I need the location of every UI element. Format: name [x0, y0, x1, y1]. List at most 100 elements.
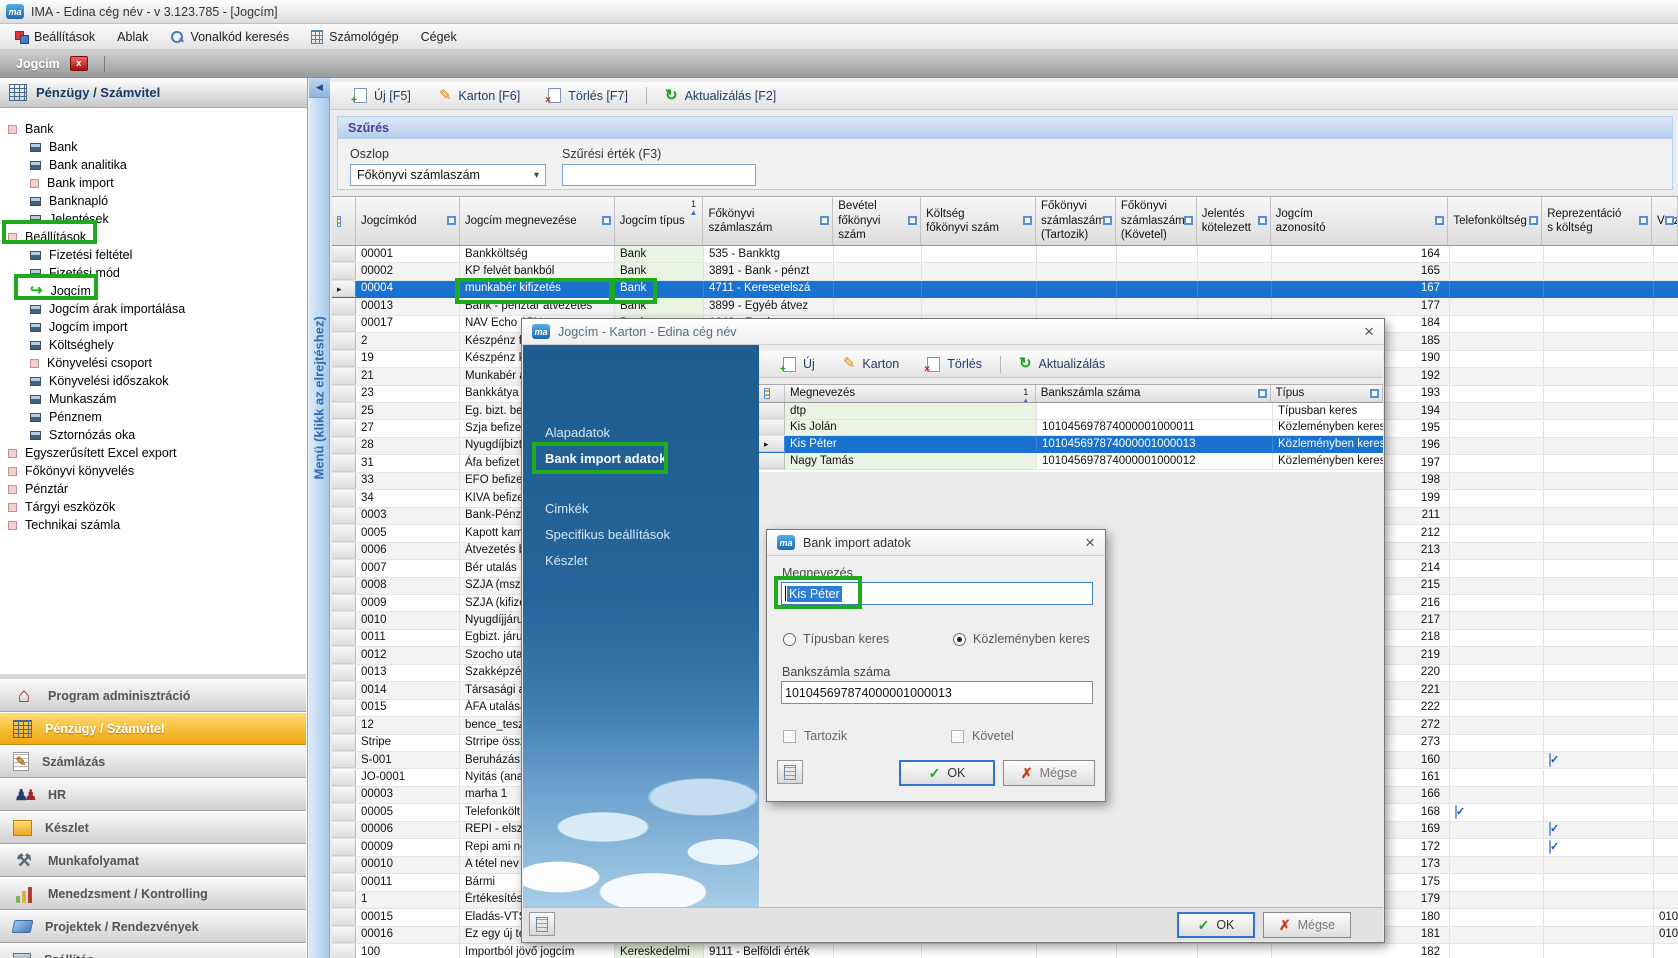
tab-jogcim[interactable]: Jogcím [16, 57, 60, 71]
column-header-jogcim-megnevezese[interactable]: Jogcím megnevezése [460, 197, 615, 245]
menu-item-vonalkod-kereses[interactable]: Vonalkód keresés [159, 27, 300, 47]
dialog-table-row[interactable]: Nagy Tamás101045697874000001000012Közlem… [759, 453, 1383, 470]
tree-item-jogcim-arak-importalasa[interactable]: Jogcím árak importálása [30, 300, 185, 318]
tree-item-bank[interactable]: Bank [8, 120, 54, 138]
menu-collapse-strip[interactable]: ◀ Menü (klikk az elrejtéshez) [309, 78, 330, 958]
tree-item-fokonyvi-konyveles[interactable]: Főkönyvi könyvelés [8, 462, 134, 480]
filter-square-icon[interactable] [1258, 216, 1267, 225]
filter-square-icon[interactable] [1435, 216, 1444, 225]
menu-item-cegek[interactable]: Cégek [410, 27, 468, 47]
checkbox-kovetel[interactable]: Követel [951, 729, 1014, 743]
column-header-bankszamla-szama[interactable]: Bankszámla száma [1036, 385, 1271, 402]
column-header-megnevezes[interactable]: Megnevezés1▲ [785, 385, 1036, 402]
karton-f6-button[interactable]: ✎Karton [F6] [425, 85, 534, 107]
tree-item-technikai-szamla[interactable]: Technikai számla [8, 516, 120, 534]
tree-item-penznem[interactable]: Pénznem [30, 408, 102, 426]
column-header-jogcim-azonosito[interactable]: Jogcím azonosító [1271, 197, 1449, 245]
filter-square-icon[interactable] [1665, 216, 1674, 225]
uj-button[interactable]: +Új [769, 353, 829, 376]
checkbox-tartozik[interactable]: Tartozik [783, 729, 847, 743]
tree-item-konyvelesi-idoszakok[interactable]: Könyvelési időszakok [30, 372, 169, 390]
filter-square-icon[interactable] [1184, 216, 1193, 225]
radio-kozlemenyben-keres[interactable]: Közleményben keres [953, 632, 1090, 646]
filter-square-icon[interactable] [1639, 216, 1648, 225]
aktualizalas-f2-button[interactable]: ↻Aktualizálás [F2] [651, 85, 790, 107]
menu-item-beallitasok[interactable]: Beállítások [4, 27, 106, 47]
filter-square-icon[interactable] [1258, 389, 1267, 398]
filter-square-icon[interactable] [820, 216, 829, 225]
filter-square-icon[interactable] [908, 216, 917, 225]
filter-square-icon[interactable] [1370, 389, 1379, 398]
column-chooser-button[interactable] [332, 197, 356, 245]
ok-button[interactable]: ✓ OK [1177, 912, 1255, 938]
column-header-tipus[interactable]: Típus [1271, 385, 1383, 402]
tree-item-banknaplo[interactable]: Banknapló [30, 192, 108, 210]
filter-square-icon[interactable] [1529, 216, 1538, 225]
module-szamlazas[interactable]: ✎Számlázás [0, 745, 306, 778]
column-header-jelentes-kotelezett[interactable]: Jelentés kötelezett [1197, 197, 1271, 245]
filter-square-icon[interactable] [1023, 216, 1032, 225]
module-keszlet[interactable]: Készlet [0, 811, 306, 844]
tree-item-targyi-eszkozok[interactable]: Tárgyi eszközök [8, 498, 115, 516]
tree-item-penztar[interactable]: Pénztár [8, 480, 68, 498]
dialog-nav-cimkek[interactable]: Cimkék [523, 495, 759, 521]
collapse-arrow-icon[interactable]: ◀ [309, 78, 330, 98]
bankszamla-input[interactable]: 101045697874000001000013 [781, 681, 1093, 704]
column-header-vtsz[interactable]: Vtsz [1652, 197, 1678, 245]
module-projektek-rendezvenyek[interactable]: Projektek / Rendezvények [0, 910, 306, 943]
tab-close-icon[interactable]: x [70, 56, 88, 71]
column-header-reprezentacio-s-koltseg[interactable]: Reprezentáció s költség [1542, 197, 1652, 245]
dialog-nav-specifikus-beallitasok[interactable]: Specifikus beállítások [523, 521, 759, 547]
karton-button[interactable]: ✎Karton [829, 353, 913, 375]
module-program-adminisztracio[interactable]: ⌂Program adminisztráció [0, 679, 306, 712]
module-hr[interactable]: ♟♟HR [0, 778, 306, 811]
radio-tipusban-keres[interactable]: Típusban keres [783, 632, 889, 646]
column-header-fokonyvi-szamlaszam-tartozik[interactable]: Főkönyvi számlaszám (Tartozik) [1036, 197, 1116, 245]
cancel-button[interactable]: ✗ Mégse [1263, 912, 1351, 938]
filter-square-icon[interactable] [447, 216, 456, 225]
dialog-table-row[interactable]: dtpTípusban keres [759, 403, 1383, 420]
filter-square-icon[interactable] [1103, 216, 1112, 225]
subdialog-ok-button[interactable]: ✓ OK [899, 760, 995, 786]
dialog-nav-keszlet[interactable]: Készlet [523, 547, 759, 573]
column-header-telefonkoltseg[interactable]: Telefonköltség [1448, 197, 1542, 245]
column-header-bevetel-fokonyvi-szam[interactable]: Bevétel főkönyvi szám [833, 197, 921, 245]
tree-item-jogcim-import[interactable]: Jogcím import [30, 318, 128, 336]
torles-button[interactable]: ×Törlés [913, 353, 996, 376]
tree-item-koltseghely[interactable]: Költséghely [30, 336, 114, 354]
column-header-fokonyvi-szamlaszam-kovetel[interactable]: Főkönyvi számlaszám (Követel) [1116, 197, 1197, 245]
dialog-table-row[interactable]: Kis Jolán101045697874000001000011Közlemé… [759, 420, 1383, 437]
table-row[interactable]: 00001BankköltségBank535 - Bankktg164 [332, 246, 1678, 263]
tree-item-bank-import[interactable]: Bank import [30, 174, 114, 192]
column-header-jogcim-tipus[interactable]: Jogcím típus1▲ [615, 197, 704, 245]
menu-item-szamologep[interactable]: Számológép [300, 27, 410, 47]
tree-item-sztornozas-oka[interactable]: Sztornózás oka [30, 426, 135, 444]
filter-square-icon[interactable] [602, 216, 611, 225]
filter-value-input[interactable] [562, 164, 756, 186]
tree-item-munkaszam[interactable]: Munkaszám [30, 390, 116, 408]
column-header-fokonyvi-szamlaszam[interactable]: Főkönyvi számlaszám [703, 197, 833, 245]
filter-column-select[interactable]: Főkönyvi számlaszám ▾ [350, 164, 546, 186]
tree-item-bank-analitika[interactable]: Bank analitika [30, 156, 127, 174]
menu-item-ablak[interactable]: Ablak [106, 27, 159, 47]
aktualizalas-button[interactable]: ↻Aktualizálás [1005, 353, 1119, 375]
module-penzugy-szamvitel[interactable]: Pénzügy / Számvitel [0, 712, 306, 745]
close-icon[interactable]: × [1085, 536, 1095, 550]
notes-button[interactable] [529, 912, 555, 936]
table-row[interactable]: 100Importból jövő jogcímKereskedelmi9111… [332, 944, 1678, 958]
tree-item-bank[interactable]: Bank [30, 138, 78, 156]
tree-item-konyvelesi-csoport[interactable]: Könyvelési csoport [30, 354, 152, 372]
column-header-koltseg-fokonyvi-szam[interactable]: Költség főkönyvi szám [921, 197, 1036, 245]
module-menedzsment-kontrolling[interactable]: Menedzsment / Kontrolling [0, 877, 306, 910]
close-icon[interactable]: × [1364, 325, 1374, 339]
column-header-jogcimkod[interactable]: Jogcímkód [356, 197, 460, 245]
uj-f5-button[interactable]: +Új [F5] [340, 84, 425, 107]
module-szallitas[interactable]: Szállítás [0, 943, 306, 958]
column-chooser-button[interactable] [759, 385, 785, 402]
tree-item-fizetesi-feltetel[interactable]: Fizetési feltétel [30, 246, 132, 264]
notes-button[interactable] [777, 760, 803, 784]
dialog-table-row[interactable]: ▸Kis Péter101045697874000001000013Közlem… [759, 436, 1383, 453]
module-munkafolyamat[interactable]: ⚒Munkafolyamat [0, 844, 306, 877]
tree-item-egyszerusitett-excel-export[interactable]: Egyszerűsített Excel export [8, 444, 176, 462]
torles-f7-button[interactable]: ×Törlés [F7] [534, 84, 642, 107]
